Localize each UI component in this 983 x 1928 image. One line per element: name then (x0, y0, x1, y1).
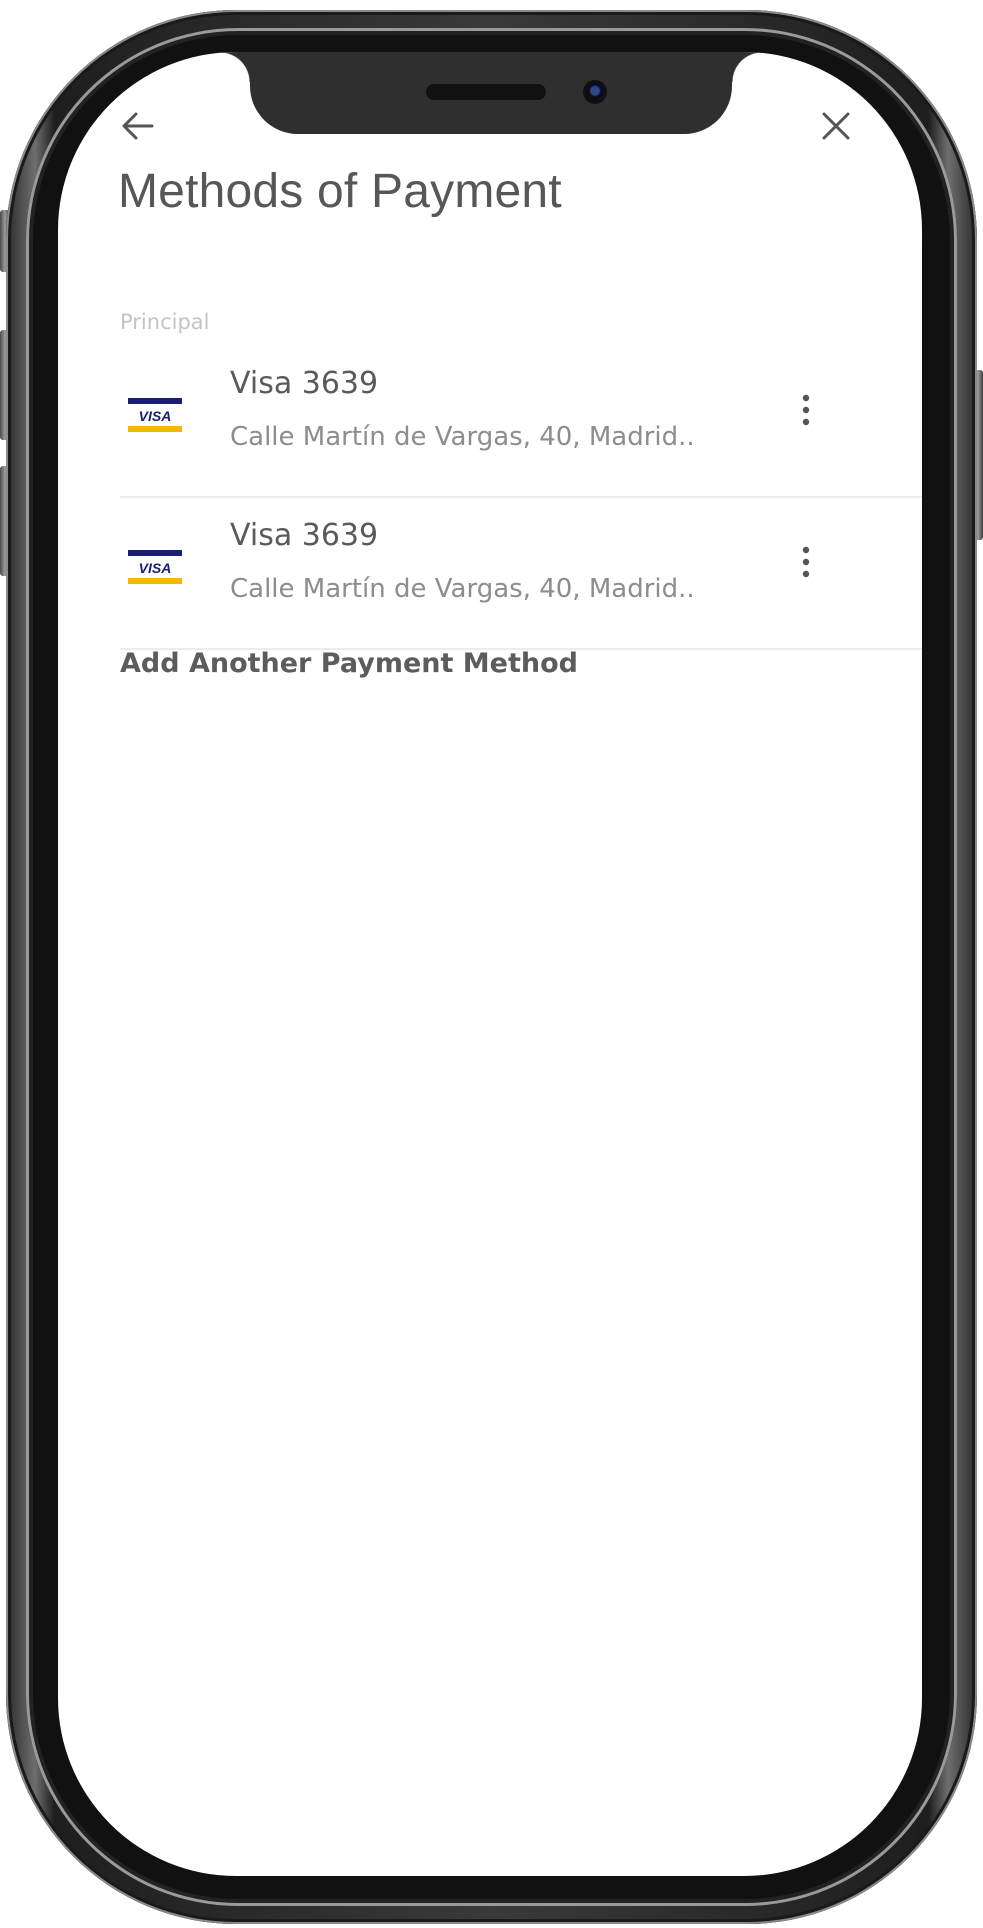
visa-card-icon: VISA (128, 550, 182, 584)
card-name: Visa 3639 (230, 366, 379, 401)
payment-method-row[interactable]: VISA Visa 3639 Calle Martín de Vargas, 4… (120, 346, 922, 498)
card-billing-address: Calle Martín de Vargas, 40, Madrid.. (230, 574, 695, 604)
visa-brand-text: VISA (139, 408, 172, 424)
section-label-principal: Principal (120, 310, 210, 334)
speaker-grille (426, 84, 546, 100)
payment-method-row[interactable]: VISA Visa 3639 Calle Martín de Vargas, 4… (120, 498, 922, 650)
card-billing-address: Calle Martín de Vargas, 40, Madrid.. (230, 422, 695, 452)
card-options-button[interactable] (788, 382, 824, 438)
phone-notch (220, 52, 762, 134)
app-viewport: Methods of Payment Principal VISA Visa 3… (0, 0, 983, 1928)
card-options-button[interactable] (788, 534, 824, 590)
page-title: Methods of Payment (118, 165, 562, 218)
back-button[interactable] (116, 104, 160, 148)
more-vertical-icon (802, 546, 810, 578)
front-camera (583, 80, 607, 104)
phone-screen: Methods of Payment Principal VISA Visa 3… (58, 52, 922, 1876)
more-vertical-icon (802, 394, 810, 426)
add-payment-method-link[interactable]: Add Another Payment Method (120, 648, 578, 679)
arrow-left-icon (122, 112, 154, 140)
card-name: Visa 3639 (230, 518, 379, 553)
visa-card-icon: VISA (128, 398, 182, 432)
close-icon (822, 112, 850, 140)
visa-brand-text: VISA (139, 560, 172, 576)
close-button[interactable] (814, 104, 858, 148)
